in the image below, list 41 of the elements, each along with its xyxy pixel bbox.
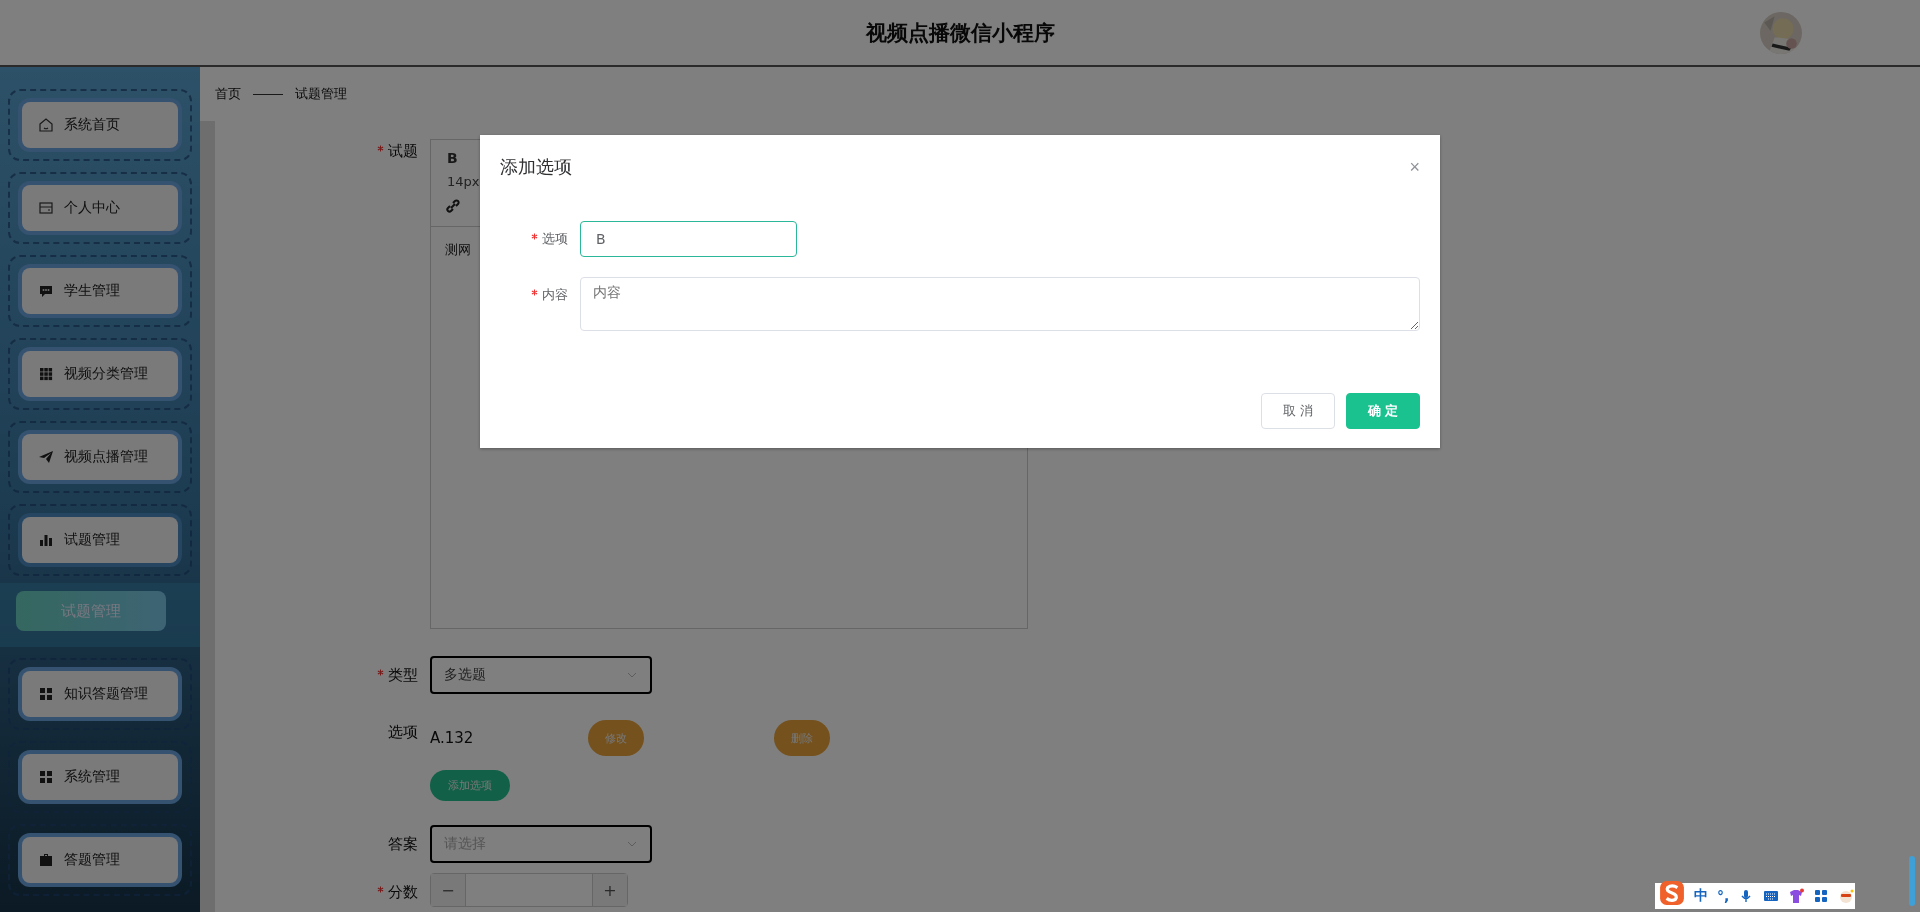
breadcrumb-separator — [253, 93, 283, 95]
editor-text: 测网 — [445, 242, 471, 257]
link-icon[interactable] — [445, 198, 461, 214]
punctuation-mode[interactable]: °, — [1717, 888, 1730, 904]
chat-icon — [38, 283, 54, 299]
input-field[interactable]: B — [580, 221, 797, 257]
field-label: 选项 — [542, 230, 568, 248]
field-label: 选项 — [388, 722, 418, 742]
bold-tool[interactable]: B — [447, 150, 458, 166]
shirt-icon[interactable] — [1788, 888, 1805, 904]
home-icon — [38, 117, 54, 133]
score-input[interactable]: − + — [430, 873, 628, 907]
field-label: 类型 — [388, 665, 418, 685]
cancel-button[interactable]: 取 消 — [1261, 393, 1335, 429]
keyboard-icon[interactable] — [1763, 888, 1780, 904]
option-text: A.132 — [430, 729, 474, 747]
grid-icon — [38, 366, 54, 382]
grid-icon — [38, 769, 54, 785]
confirm-button[interactable]: 确 定 — [1346, 393, 1420, 429]
card-icon — [38, 200, 54, 216]
scrollbar[interactable] — [1909, 856, 1915, 906]
grid-icon[interactable] — [1813, 888, 1830, 904]
type-select[interactable]: 多选题 — [430, 656, 652, 694]
grid-icon — [38, 686, 54, 702]
close-button[interactable]: × — [1409, 156, 1420, 178]
field-label: 分数 — [388, 882, 418, 902]
breadcrumb-link[interactable]: 试题管理 — [295, 85, 347, 103]
font-size-tool[interactable]: 14px — [447, 174, 480, 189]
mascot-icon[interactable] — [1838, 888, 1855, 904]
paper-plane-icon — [38, 449, 54, 465]
field-label: 内容 — [542, 286, 568, 304]
ime-logo-icon[interactable] — [1659, 880, 1685, 906]
input-mode[interactable]: 中 — [1694, 887, 1708, 905]
field-label: 试题 — [388, 141, 418, 161]
breadcrumb-link[interactable]: 首页 — [215, 85, 241, 103]
app-title: 视频点播微信小程序 — [865, 19, 1055, 47]
briefcase-icon — [38, 852, 54, 868]
field-label: 答案 — [388, 834, 418, 854]
text-area[interactable]: 内容 — [580, 277, 1420, 331]
bar-chart-icon — [38, 532, 54, 548]
dialog-title: 添加选项 — [500, 155, 572, 179]
